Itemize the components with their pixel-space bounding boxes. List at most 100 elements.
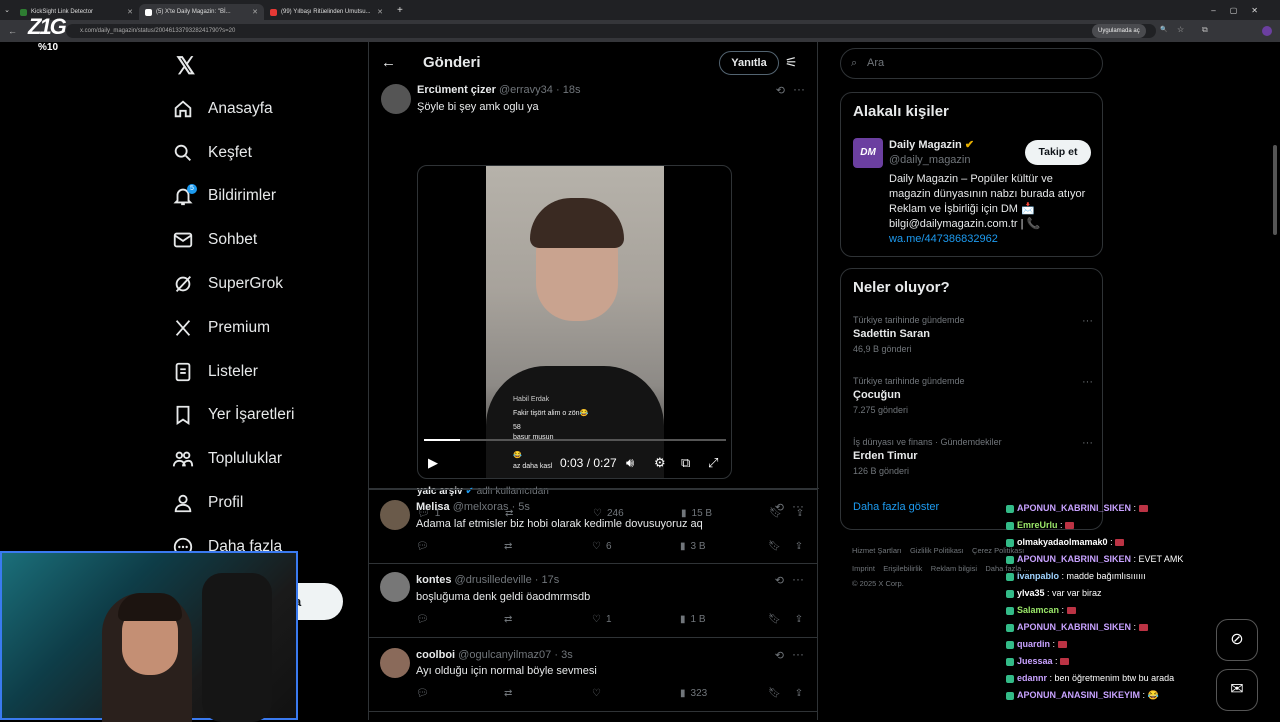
- x-logo[interactable]: 𝕏: [176, 52, 195, 81]
- video-progress-bar[interactable]: [424, 439, 726, 441]
- follow-button[interactable]: Takip et: [1025, 140, 1091, 165]
- sidebar-item-notifications[interactable]: Bildirimler: [172, 175, 294, 219]
- share-icon[interactable]: ⇪: [795, 541, 803, 552]
- profile-icon[interactable]: [1262, 26, 1272, 36]
- scrollbar[interactable]: [1273, 145, 1277, 235]
- avatar[interactable]: [380, 648, 410, 678]
- grok-icon[interactable]: ⟲: [775, 574, 784, 587]
- browser-tab-2[interactable]: (5) X'te Daily Magazin: "Bİ... ✕: [139, 4, 264, 20]
- retweet-action[interactable]: ⇄: [504, 541, 544, 552]
- footer-link[interactable]: Gizlilik Politikası: [910, 546, 964, 555]
- browser-tab-3[interactable]: (99) Yılbaşı Ritüelinden Umutsu... ✕: [264, 4, 389, 20]
- sidebar-item-profile[interactable]: Profil: [172, 481, 294, 525]
- chat-username[interactable]: APONUN_KABRINI_SIKEN: [1017, 554, 1131, 564]
- grok-fab-button[interactable]: ⊘: [1216, 619, 1258, 661]
- views-action[interactable]: ▮ 1 B: [680, 614, 720, 625]
- video-player[interactable]: Habil Erdak Fakir tişört alim o zön😂 58 …: [417, 165, 732, 479]
- avatar[interactable]: [381, 84, 411, 114]
- close-icon[interactable]: ✕: [127, 8, 133, 16]
- url-field[interactable]: x.com/daily_magazin/status/2004613379328…: [66, 24, 1156, 38]
- retweet-action[interactable]: ⇄: [504, 614, 544, 625]
- reply-action[interactable]: 💬︎: [416, 688, 456, 699]
- like-action[interactable]: ♡: [592, 688, 632, 699]
- new-tab-icon[interactable]: +: [389, 5, 411, 16]
- bookmark-icon[interactable]: 🔖︎: [768, 688, 781, 699]
- tab-menu-icon[interactable]: ⌄: [0, 6, 14, 14]
- trend-item[interactable]: Türkiye tarihinde gündemde Çocuğun 7.275…: [853, 376, 1093, 415]
- pip-icon[interactable]: ⧉: [681, 455, 690, 471]
- settings-icon[interactable]: ⚙: [654, 455, 666, 471]
- avatar[interactable]: DM: [853, 138, 883, 168]
- sidebar-item-home[interactable]: Anasayfa: [172, 87, 294, 131]
- reply-button[interactable]: Yanıtla: [719, 51, 779, 75]
- footer-link[interactable]: Imprint: [852, 564, 875, 573]
- close-icon[interactable]: ✕: [377, 8, 383, 16]
- tweet-author-handle[interactable]: @erravy34: [499, 84, 553, 96]
- chat-username[interactable]: Juessaa: [1017, 656, 1053, 666]
- zoom-icon[interactable]: 🔍: [1160, 26, 1167, 33]
- play-icon[interactable]: ▶: [428, 455, 438, 471]
- footer-link[interactable]: Hizmet Şartları: [852, 546, 902, 555]
- filter-icon[interactable]: ⚟: [785, 54, 798, 71]
- back-icon[interactable]: ←: [8, 26, 17, 36]
- tweet-author-name[interactable]: kontes: [416, 574, 451, 586]
- like-action[interactable]: ♡ 1: [592, 614, 632, 625]
- tweet[interactable]: Melisa @melxoras · 5s ⟲ ··· Adama laf et…: [368, 489, 818, 564]
- tweet-time[interactable]: 18s: [563, 84, 581, 96]
- footer-link[interactable]: Reklam bilgisi: [931, 564, 977, 573]
- sidebar-item-lists[interactable]: Listeler: [172, 350, 294, 394]
- chat-username[interactable]: APONUN_KABRINI_SIKEN: [1017, 503, 1131, 513]
- sidebar-item-chat[interactable]: Sohbet: [172, 218, 294, 262]
- tweet-time[interactable]: 17s: [542, 574, 560, 586]
- more-menu-icon[interactable]: ···: [793, 82, 805, 96]
- tweet-author-handle[interactable]: @ogulcanyilmaz07: [458, 649, 551, 661]
- reply-action[interactable]: 💬︎: [416, 541, 456, 552]
- more-menu-icon[interactable]: ···: [792, 647, 804, 661]
- tweet-time[interactable]: 3s: [561, 649, 573, 661]
- grok-icon[interactable]: ⟲: [775, 501, 784, 514]
- search-input[interactable]: ⌕ Ara: [840, 48, 1103, 79]
- retweet-action[interactable]: ⇄: [504, 688, 544, 699]
- chat-username[interactable]: Salamcan: [1017, 605, 1059, 615]
- extensions-icon[interactable]: ⧉: [1202, 25, 1208, 35]
- volume-icon[interactable]: 🔊︎: [626, 455, 634, 471]
- more-menu-icon[interactable]: ···: [1082, 315, 1093, 327]
- grok-icon[interactable]: ⟲: [775, 649, 784, 662]
- tweet-time[interactable]: 5s: [518, 501, 530, 513]
- window-controls[interactable]: –▢✕: [1211, 6, 1272, 15]
- tweet-author-handle[interactable]: @drusilledeville: [455, 574, 532, 586]
- chat-username[interactable]: EmreUrlu: [1017, 520, 1058, 530]
- avatar[interactable]: [380, 572, 410, 602]
- chat-username[interactable]: ivanpablo: [1017, 571, 1059, 581]
- sidebar-item-explore[interactable]: Keşfet: [172, 131, 294, 175]
- chat-username[interactable]: quardin: [1017, 639, 1050, 649]
- share-icon[interactable]: ⇪: [795, 614, 803, 625]
- tweet-author-handle[interactable]: @melxoras: [453, 501, 509, 513]
- reply-action[interactable]: 💬︎: [416, 614, 456, 625]
- sidebar-item-bookmarks[interactable]: Yer İşaretleri: [172, 394, 294, 438]
- like-action[interactable]: ♡ 6: [592, 541, 632, 552]
- views-action[interactable]: ▮ 323: [680, 688, 720, 699]
- bookmark-icon[interactable]: 🔖︎: [768, 541, 781, 552]
- show-more-link[interactable]: Daha fazla göster: [853, 501, 939, 513]
- share-icon[interactable]: ⇪: [795, 688, 803, 699]
- fullscreen-icon[interactable]: ⤢: [708, 455, 718, 471]
- tweet[interactable]: coolboi @ogulcanyilmaz07 · 3s ⟲ ··· Ayı …: [368, 638, 818, 712]
- more-menu-icon[interactable]: ···: [792, 499, 804, 513]
- tweet-author-name[interactable]: Ercüment çizer: [417, 84, 496, 96]
- back-arrow-icon[interactable]: ←: [381, 54, 396, 71]
- tweet-author-name[interactable]: coolboi: [416, 649, 455, 661]
- video-frame[interactable]: Habil Erdak Fakir tişört alim o zön😂 58 …: [486, 166, 664, 478]
- chat-username[interactable]: ylva35: [1017, 588, 1045, 598]
- open-in-app-button[interactable]: Uygulamada aç: [1092, 24, 1146, 38]
- chat-username[interactable]: edannr: [1017, 673, 1047, 683]
- sidebar-item-communities[interactable]: Topluluklar: [172, 437, 294, 481]
- bookmark-icon[interactable]: 🔖︎: [768, 614, 781, 625]
- grok-icon[interactable]: ⟲: [776, 84, 785, 97]
- avatar[interactable]: [380, 500, 410, 530]
- close-icon[interactable]: ✕: [252, 8, 258, 16]
- views-action[interactable]: ▮ 3 B: [680, 541, 720, 552]
- chat-username[interactable]: APONUN_KABRINI_SIKEN: [1017, 622, 1131, 632]
- tweet-author-name[interactable]: Melisa: [416, 501, 450, 513]
- trend-item[interactable]: Türkiye tarihinde gündemde Sadettin Sara…: [853, 315, 1093, 354]
